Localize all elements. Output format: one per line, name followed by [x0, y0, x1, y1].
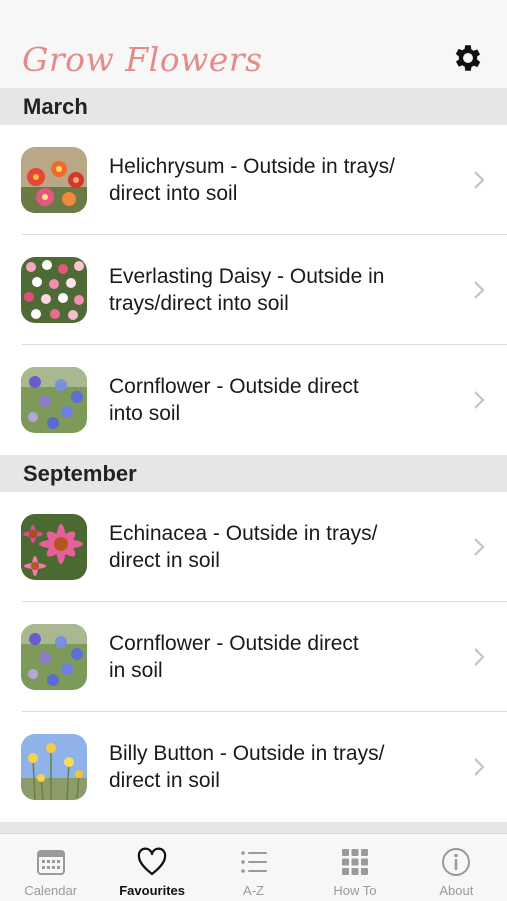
chevron-right-icon — [474, 758, 485, 776]
chevron-right-icon — [474, 391, 485, 409]
list-item[interactable]: Echinacea - Outside in trays/ direct in … — [0, 492, 507, 602]
tab-how-to[interactable]: How To — [304, 834, 405, 901]
tab-label: How To — [333, 883, 377, 898]
tab-calendar[interactable]: Calendar — [0, 834, 101, 901]
favourites-list[interactable]: March Helichrysum - Outside in trays/ di… — [0, 88, 507, 833]
tab-label: Calendar — [24, 883, 78, 898]
item-label: Everlasting Daisy - Outside in trays/dir… — [109, 265, 385, 315]
cornflower-thumbnail — [21, 624, 87, 690]
chevron-right-icon — [474, 281, 485, 299]
heart-icon — [137, 847, 167, 876]
item-label: Billy Button - Outside in trays/ direct … — [109, 742, 385, 792]
tab-about[interactable]: About — [406, 834, 507, 901]
item-label: Helichrysum - Outside in trays/ direct i… — [109, 155, 395, 205]
list-item[interactable]: Helichrysum - Outside in trays/ direct i… — [0, 125, 507, 235]
chevron-right-icon — [474, 538, 485, 556]
tab-bar: Calendar Favourites A-Z How To About — [0, 833, 507, 901]
chevron-right-icon — [474, 171, 485, 189]
billy-button-thumbnail — [21, 734, 87, 800]
echinacea-thumbnail — [21, 514, 87, 580]
item-label: Cornflower - Outside direct into soil — [109, 375, 359, 425]
section-header-march: March — [0, 88, 507, 125]
chevron-right-icon — [474, 648, 485, 666]
list-icon — [240, 851, 267, 873]
item-label: Echinacea - Outside in trays/ direct in … — [109, 522, 378, 572]
gear-icon[interactable] — [451, 41, 485, 75]
list-item[interactable]: Everlasting Daisy - Outside in trays/dir… — [0, 235, 507, 345]
section-header-partial — [0, 822, 507, 833]
helichrysum-thumbnail — [21, 147, 87, 213]
tab-favourites[interactable]: Favourites — [101, 834, 202, 901]
section-header-september: September — [0, 455, 507, 492]
item-label: Cornflower - Outside direct in soil — [109, 632, 359, 682]
tab-label: A-Z — [243, 883, 264, 898]
tab-a-z[interactable]: A-Z — [203, 834, 304, 901]
info-icon — [442, 848, 471, 876]
list-item[interactable]: Cornflower - Outside direct in soil — [0, 602, 507, 712]
everlasting-daisy-thumbnail — [21, 257, 87, 323]
nav-header: Grow Flowers — [0, 0, 507, 88]
list-item[interactable]: Billy Button - Outside in trays/ direct … — [0, 712, 507, 822]
tab-label: About — [439, 883, 474, 898]
list-item[interactable]: Cornflower - Outside direct into soil — [0, 345, 507, 455]
calendar-icon — [36, 850, 65, 875]
app-title: Grow Flowers — [22, 40, 263, 79]
cornflower-thumbnail — [21, 367, 87, 433]
grid-icon — [341, 849, 368, 875]
tab-label: Favourites — [119, 883, 185, 898]
